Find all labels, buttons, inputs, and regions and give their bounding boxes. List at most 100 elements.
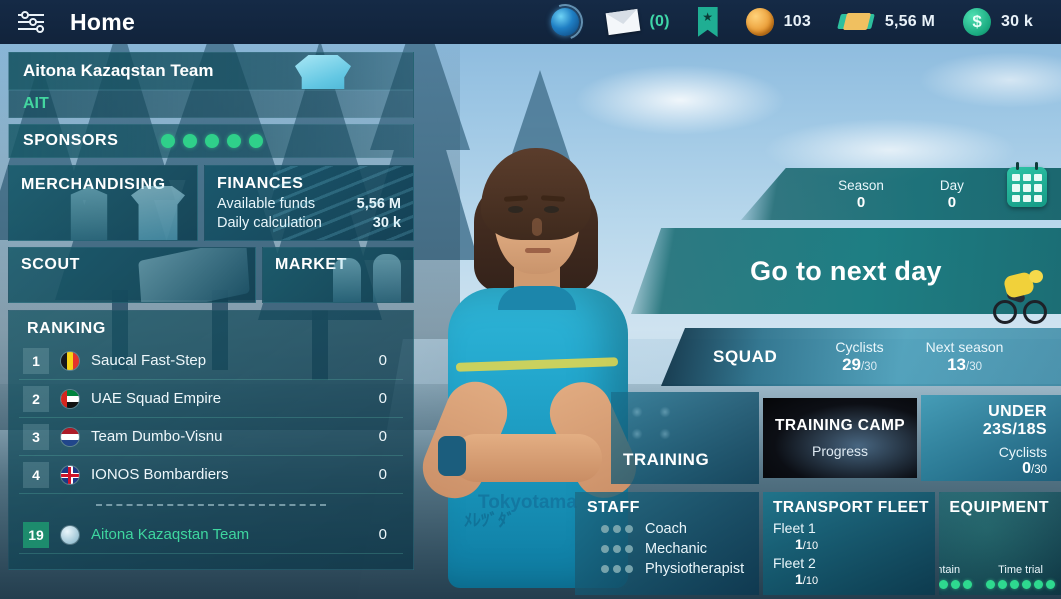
merchandising-jersey-art (131, 186, 185, 240)
team-abbr-tile: AIT (8, 90, 414, 118)
squad-cyclists-stat: Cyclists 29/30 (835, 339, 883, 375)
season-stat: Season 0 (838, 178, 884, 211)
mail-button[interactable]: (0) (606, 0, 669, 44)
squad-next-season-max: /30 (966, 361, 983, 373)
under-23s-cyclists-label: Cyclists (998, 444, 1047, 460)
sponsors-label: SPONSORS (23, 132, 119, 149)
training-camp-status: Progress (811, 443, 869, 459)
table-row[interactable]: 4 IONOS Bombardiers 0 (19, 456, 403, 494)
training-row: TRAINING TRAINING CAMP Progress UNDER 23… (611, 392, 1061, 484)
table-row[interactable]: 2 UAE Squad Empire 0 (19, 380, 403, 418)
daily-counter[interactable]: $ 30 k (963, 0, 1033, 44)
dollar-circle-icon: $ (963, 8, 992, 36)
equipment-category-name: Mountain (939, 564, 961, 576)
squad-cyclists-max: /30 (860, 361, 877, 373)
fleet-max: /10 (802, 575, 819, 587)
sponsor-dot (182, 134, 197, 148)
team-name-tile[interactable]: Aitona Kazaqstan Team (8, 52, 414, 90)
coin-counter[interactable]: 103 (745, 0, 811, 44)
fleet-max: /10 (802, 540, 819, 552)
rank-team-name: Aitona Kazaqstan Team (91, 526, 250, 543)
transport-fleet-panel[interactable]: TRANSPORT FLEET Fleet 1 1/10 Fleet 2 1/1… (763, 492, 935, 595)
globe-button[interactable] (551, 0, 580, 44)
equipment-category-dots (939, 580, 972, 589)
ranking-separator (19, 494, 403, 516)
sponsors-tile[interactable]: SPONSORS (8, 124, 414, 158)
go-to-next-day-label: Go to next day (750, 255, 942, 286)
squad-label: SQUAD (713, 347, 778, 366)
rank-team-name: Team Dumbo-Visnu (91, 428, 223, 445)
flag-uae-icon (61, 389, 79, 408)
under-23s-panel[interactable]: UNDER 23S/18S Cyclists 0/30 (921, 395, 1061, 481)
merchandising-tile[interactable]: MERCHANDISING (8, 165, 198, 241)
table-row[interactable]: 1 Saucal Fast-Step 0 (19, 342, 403, 380)
rank-team-name: UAE Squad Empire (91, 390, 222, 407)
sponsor-dot (160, 134, 175, 148)
top-bar: Home (0) 103 5,56 M $ 30 k (0, 0, 1061, 44)
right-column: Season 0 Day 0 Go to next day SQUAD Cycl… (575, 0, 1061, 599)
fleet-value-group: 1/10 (795, 536, 935, 552)
squad-panel[interactable]: SQUAD Cyclists 29/30 Next season 13/30 (661, 328, 1061, 386)
market-person-art (333, 258, 361, 302)
left-column: Aitona Kazaqstan Team AIT SPONSORS MERCH… (8, 52, 414, 570)
squad-cyclists-value-group: 29/30 (835, 355, 883, 375)
bottom-row: STAFF Coach Mechanic Physiotherapist TRA… (575, 492, 1061, 597)
season-value: 0 (856, 193, 866, 211)
under-23s-label: UNDER 23S/18S (982, 403, 1047, 438)
sliders-icon (18, 11, 44, 33)
market-tile[interactable]: MARKET (262, 247, 414, 303)
ranking-title: RANKING (27, 320, 106, 337)
squad-cyclists-label: Cyclists (835, 339, 884, 355)
bookmark-star-icon (697, 7, 718, 37)
ranking-panel: RANKING 1 Saucal Fast-Step 0 2 UAE Squad… (8, 310, 414, 570)
menu-button[interactable] (0, 0, 62, 44)
equipment-categories: Standard Mountain Time trial (939, 564, 1055, 589)
coin-value: 103 (783, 13, 811, 30)
table-row-own-team[interactable]: 19 Aitona Kazaqstan Team 0 (19, 516, 403, 554)
training-camp-panel[interactable]: TRAINING CAMP Progress (763, 398, 917, 478)
fleet-value-group: 1/10 (795, 571, 935, 587)
equipment-category-dots (986, 580, 1055, 589)
avatar-mouth (525, 248, 551, 253)
staff-role-name: Coach (645, 521, 687, 537)
sponsors-dots (160, 134, 263, 148)
transport-fleet-label: TRANSPORT FLEET (773, 499, 929, 516)
team-abbr: AIT (23, 95, 49, 112)
flag-generic-icon (61, 525, 79, 544)
scout-tile[interactable]: SCOUT (8, 247, 256, 303)
equipment-panel[interactable]: EQUIPMENT Standard Mountain Time trial (939, 492, 1061, 595)
bookmark-button[interactable] (697, 0, 718, 44)
staff-role-dots (601, 565, 633, 573)
scout-market-row: SCOUT MARKET (8, 247, 414, 303)
table-row[interactable]: 3 Team Dumbo-Visnu 0 (19, 418, 403, 456)
rank-position: 1 (23, 347, 49, 374)
flag-uk-icon (61, 465, 79, 484)
rank-points: 0 (378, 390, 387, 407)
cash-counter[interactable]: 5,56 M (837, 0, 936, 44)
fleet-value: 1 (795, 536, 803, 552)
squad-cyclists-value: 29 (842, 355, 861, 374)
squad-next-season-label: Next season (925, 339, 1004, 355)
rank-position: 3 (23, 423, 49, 450)
training-panel[interactable]: TRAINING (611, 392, 759, 484)
avatar-eye-right (544, 206, 559, 213)
equipment-label: EQUIPMENT (949, 499, 1049, 516)
day-label: Day (939, 177, 964, 193)
calendar-icon[interactable] (1007, 162, 1047, 207)
under-23s-cyclists-max: /30 (1031, 464, 1047, 476)
cyclist-icon (991, 268, 1053, 330)
fleet-row: Fleet 2 1/10 (773, 555, 935, 587)
rank-points: 0 (378, 428, 387, 445)
cash-value: 5,56 M (884, 13, 936, 30)
rank-team-name: Saucal Fast-Step (91, 352, 207, 369)
rank-team-name: IONOS Bombardiers (91, 466, 229, 483)
staff-panel[interactable]: STAFF Coach Mechanic Physiotherapist (575, 492, 759, 595)
staff-role-dots (601, 545, 633, 553)
equipment-category: Mountain (939, 564, 972, 589)
staff-role-row: Mechanic (587, 541, 759, 557)
rank-points: 0 (378, 352, 387, 369)
finances-tile[interactable]: FINANCES Available funds 5,56 M Daily ca… (204, 165, 414, 241)
finances-art (273, 166, 413, 240)
avatar-eye-left (508, 206, 523, 213)
banknotes-icon (837, 12, 875, 32)
